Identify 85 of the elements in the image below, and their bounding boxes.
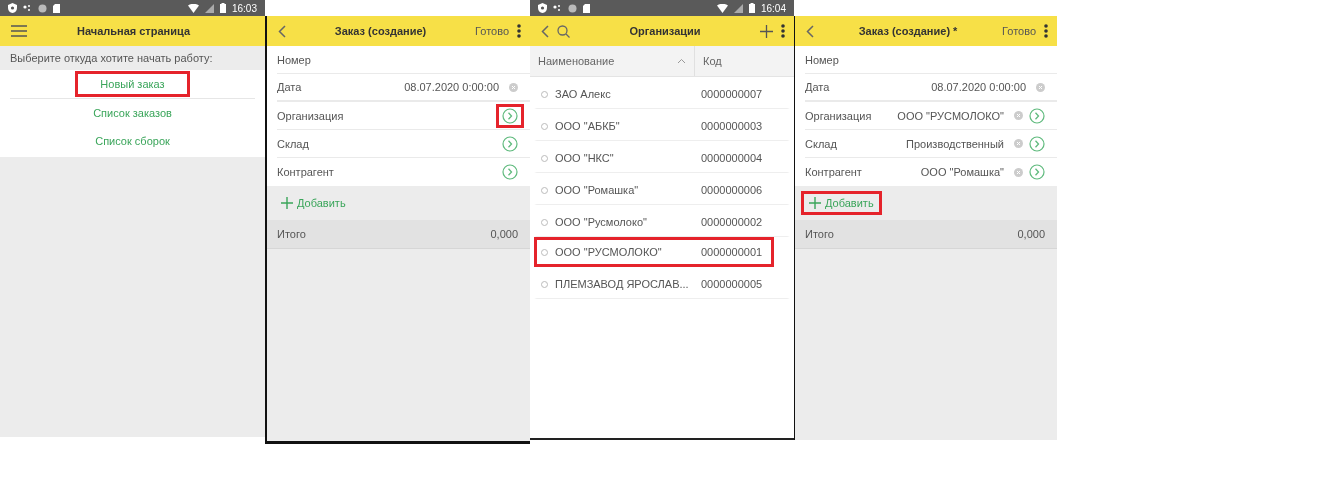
more-icon[interactable] xyxy=(781,24,785,38)
plus-icon xyxy=(281,197,293,209)
search-icon[interactable] xyxy=(557,24,570,38)
shield-icon xyxy=(8,3,17,13)
field-label: Контрагент xyxy=(277,166,335,178)
row-code: 0000000003 xyxy=(701,120,763,132)
row-marker-icon xyxy=(541,280,548,288)
field-label: Контрагент xyxy=(805,166,863,178)
status-time: 16:04 xyxy=(760,2,786,14)
row-marker-icon xyxy=(541,218,548,226)
sd-card-icon xyxy=(53,3,60,13)
shield-icon xyxy=(538,3,547,13)
row-name: ООО "Русмолоко" xyxy=(555,216,648,228)
sort-icon xyxy=(677,58,686,64)
signal-icon xyxy=(733,3,743,13)
row-marker-icon xyxy=(541,90,548,98)
list-row[interactable]: ООО "Русмолоко" 0000000002 xyxy=(534,205,790,237)
row-code: 0000000006 xyxy=(701,184,763,196)
field-value[interactable]: ООО "РУСМОЛОКО" xyxy=(897,109,1004,122)
sd-card-icon xyxy=(583,3,590,13)
list-row[interactable]: ЗАО Алекс 0000000007 xyxy=(534,77,790,109)
signal-icon xyxy=(204,3,214,13)
wifi-icon xyxy=(716,3,728,13)
row-name: ООО "НКС" xyxy=(555,152,615,164)
screen-title: Начальная страница xyxy=(75,25,192,37)
column-header[interactable]: Код xyxy=(695,46,794,76)
field-label: Организация xyxy=(277,109,345,122)
list-row[interactable]: ПЛЕМЗАВОД ЯРОСЛАВ... 0000000005 xyxy=(534,267,790,299)
row-name: ЗАО Алекс xyxy=(555,88,612,100)
field-label: Номер xyxy=(805,53,840,66)
list-row[interactable]: ООО "АБКБ" 0000000003 xyxy=(534,109,790,141)
row-marker-icon xyxy=(541,248,548,256)
field-value[interactable]: Производственный xyxy=(906,137,1004,150)
network-icon xyxy=(553,4,562,12)
total-label: Итого xyxy=(277,228,307,240)
battery-icon xyxy=(219,3,226,13)
row-marker-icon xyxy=(541,154,548,162)
screen-title: Заказ (создание) xyxy=(333,25,428,37)
plus-icon xyxy=(809,197,821,209)
list-row[interactable]: ООО "НКС" 0000000004 xyxy=(534,141,790,173)
row-marker-icon xyxy=(541,122,548,130)
row-name: ПЛЕМЗАВОД ЯРОСЛАВ... xyxy=(555,278,690,290)
field-label: Дата xyxy=(277,81,303,93)
circle-icon xyxy=(38,3,47,13)
prompt-text: Выберите откуда хотите начать работу: xyxy=(9,51,214,66)
field-label: Номер xyxy=(277,53,312,66)
total-value: 0,000 xyxy=(1017,228,1045,240)
status-time: 16:03 xyxy=(231,2,257,14)
select-icon[interactable] xyxy=(496,103,524,128)
row-code: 0000000002 xyxy=(701,216,763,228)
row-name: ООО "Ромашка" xyxy=(555,184,640,196)
battery-icon xyxy=(748,3,755,13)
circle-icon xyxy=(568,3,577,13)
network-icon xyxy=(23,4,32,12)
field-label: Склад xyxy=(805,137,838,150)
menu-icon[interactable] xyxy=(11,25,27,37)
field-value[interactable]: ООО "Ромашка" xyxy=(920,166,1004,178)
total-label: Итого xyxy=(805,228,835,240)
wifi-icon xyxy=(187,3,199,13)
field-value[interactable]: 08.07.2020 0:00:00 xyxy=(404,81,499,93)
row-code: 0000000005 xyxy=(701,278,763,290)
row-code: 0000000001 xyxy=(701,246,763,258)
back-icon[interactable] xyxy=(806,24,814,38)
column-header[interactable]: Наименование xyxy=(530,46,695,76)
back-icon[interactable] xyxy=(278,24,286,38)
screen-title: Заказ (создание) * xyxy=(857,25,959,37)
field-label: Склад xyxy=(277,137,310,150)
row-code: 0000000007 xyxy=(701,88,763,100)
row-marker-icon xyxy=(541,186,548,194)
more-icon[interactable] xyxy=(517,24,521,38)
row-name: ООО "АБКБ" xyxy=(555,120,621,132)
field-label: Организация xyxy=(805,109,873,122)
add-icon[interactable] xyxy=(760,24,773,38)
row-code: 0000000004 xyxy=(701,152,763,164)
done-button[interactable]: Готово xyxy=(1002,25,1036,37)
row-name: ООО "РУСМОЛОКО" xyxy=(555,246,663,258)
field-label: Дата xyxy=(805,81,831,93)
back-icon[interactable] xyxy=(541,24,549,38)
list-row[interactable]: ООО "РУСМОЛОКО" 0000000001 xyxy=(534,237,774,267)
field-value[interactable]: 08.07.2020 0:00:00 xyxy=(931,81,1026,93)
total-value: 0,000 xyxy=(490,228,518,240)
list-row[interactable]: ООО "Ромашка" 0000000006 xyxy=(534,173,790,205)
more-icon[interactable] xyxy=(1044,24,1048,38)
done-button[interactable]: Готово xyxy=(475,25,509,37)
screen-title: Организации xyxy=(628,25,702,37)
